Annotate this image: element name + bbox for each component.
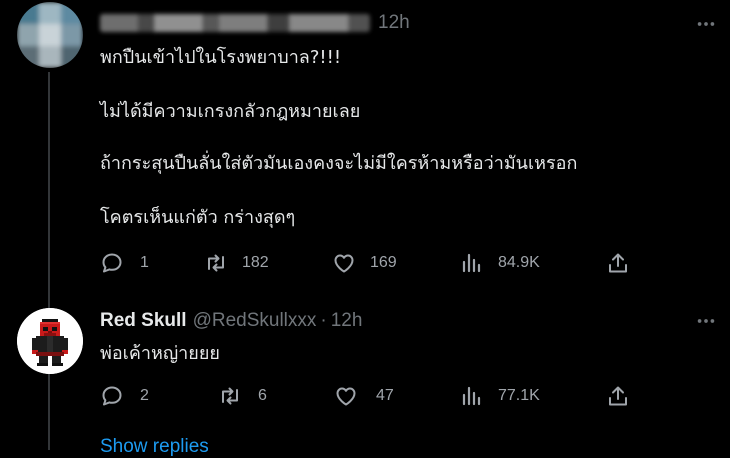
repost-button[interactable]: 182 [204, 248, 269, 278]
more-button[interactable] [694, 12, 718, 36]
reply-icon [102, 386, 122, 406]
repost-icon [208, 254, 224, 272]
reply-count: 2 [140, 387, 149, 404]
views-button[interactable]: 77.1K [460, 381, 540, 411]
views-icon [462, 386, 481, 406]
like-button[interactable]: 169 [332, 248, 397, 278]
tweet-text-line: พกปืนเข้าไปในโรงพยาบาล?!!! [100, 47, 342, 68]
tweet-text: พ่อเค้าหญ่ายยย [100, 343, 220, 364]
reply-button[interactable]: 2 [100, 381, 149, 411]
tweet-text-line: ไม่ได้มีความเกรงกลัวกฎหมายเลย [100, 101, 361, 122]
timestamp[interactable]: 12h [378, 12, 410, 34]
share-button[interactable] [606, 248, 630, 278]
views-button[interactable]: 84.9K [460, 248, 540, 278]
handle[interactable]: @RedSkullxxx [193, 310, 317, 332]
share-button[interactable] [606, 381, 630, 411]
more-button[interactable] [694, 309, 718, 333]
blurred-author-name[interactable] [100, 14, 370, 32]
repost-count: 6 [258, 387, 267, 404]
views-icon [462, 253, 481, 273]
tweet-header: 12h [100, 11, 410, 35]
share-icon [609, 386, 627, 406]
repost-count: 182 [242, 254, 269, 271]
like-count: 169 [370, 254, 397, 271]
show-replies-link[interactable]: Show replies [100, 436, 209, 458]
share-icon [609, 253, 627, 273]
repost-icon [222, 387, 238, 405]
display-name[interactable]: Red Skull [100, 310, 187, 332]
repost-button[interactable]: 6 [218, 381, 267, 411]
views-count: 77.1K [498, 387, 540, 404]
heart-icon [336, 387, 356, 406]
tweet-1[interactable]: 12h พกปืนเข้าไปในโรงพยาบาล?!!! ไม่ได้มีค… [0, 0, 730, 450]
thread-line [48, 378, 50, 450]
more-icon [697, 22, 715, 26]
reply-count: 1 [140, 254, 149, 271]
avatar-blurred[interactable] [17, 2, 83, 68]
timestamp[interactable]: 12h [331, 310, 363, 332]
tweet-text-line: โคตรเห็นแก่ตัว กร่างสุดๆ [100, 207, 296, 228]
reply-button[interactable]: 1 [100, 248, 149, 278]
tweet-text-line: ถ้ากระสุนปืนลั่นใส่ตัวมันเองคงจะไม่มีใคร… [100, 153, 578, 174]
avatar-red-skull[interactable] [17, 308, 83, 374]
tweet-header: Red Skull @RedSkullxxx · 12h [100, 309, 362, 333]
heart-icon [334, 254, 354, 273]
like-button[interactable]: 47 [334, 381, 394, 411]
more-icon [697, 319, 715, 323]
views-count: 84.9K [498, 254, 540, 271]
tweet-2[interactable]: Red Skull @RedSkullxxx · 12h พ่อเค้าหญ่า… [0, 300, 730, 450]
reply-icon [102, 253, 122, 273]
separator-dot: · [320, 310, 327, 331]
like-count: 47 [376, 387, 394, 404]
